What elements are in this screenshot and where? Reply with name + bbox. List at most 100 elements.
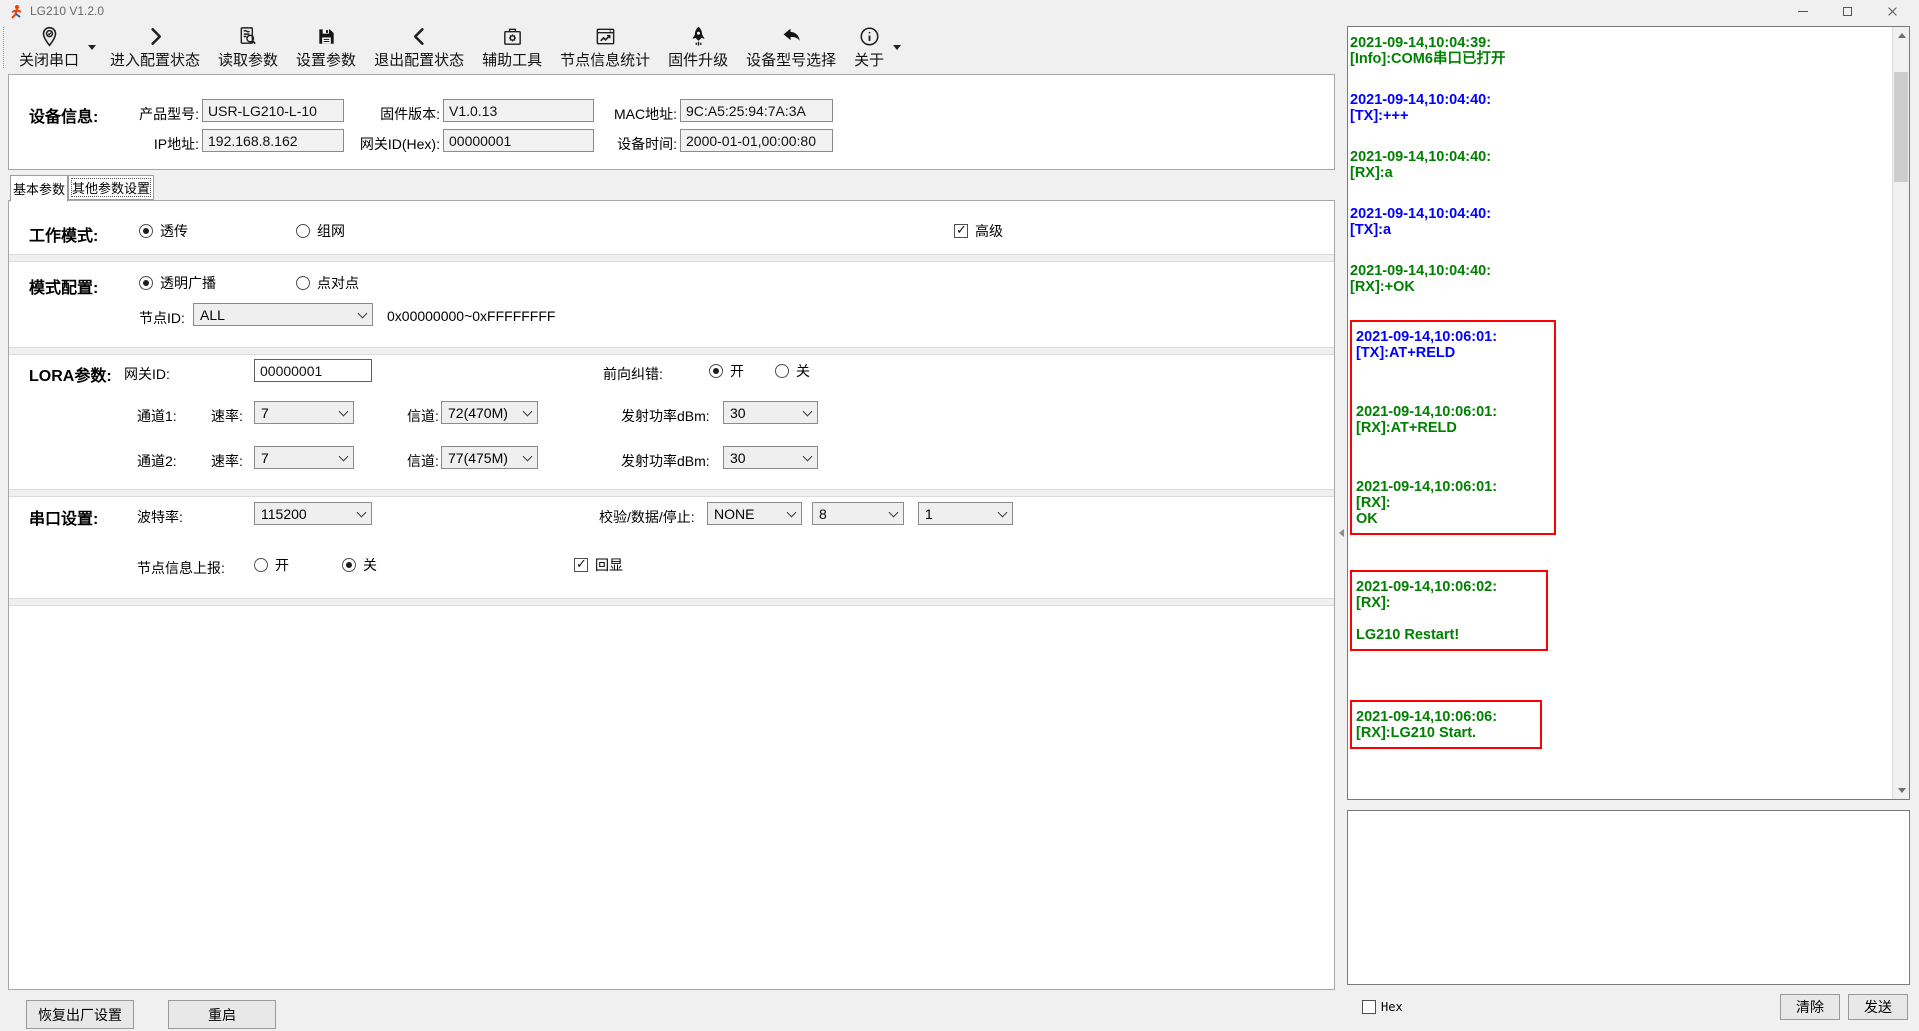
radio-p2p[interactable]: 点对点: [296, 271, 359, 295]
gateway-hex-field[interactable]: 00000001: [443, 129, 594, 152]
clear-button[interactable]: 清除: [1780, 994, 1840, 1020]
chevron-down-icon: [339, 407, 349, 417]
log-scrollbar[interactable]: [1892, 27, 1909, 799]
scrollbar-thumb[interactable]: [1894, 72, 1908, 182]
chevron-left-icon: [408, 25, 431, 48]
gateway-id-input[interactable]: 00000001: [254, 359, 372, 382]
fec-label: 前向纠错:: [603, 364, 663, 384]
tab-other-params[interactable]: 其他参数设置: [68, 175, 154, 200]
restart-button[interactable]: 重启: [168, 1000, 276, 1029]
radio-fec-on[interactable]: 开: [709, 359, 744, 383]
reply-arrow-icon: [780, 25, 803, 48]
checkbox-hex[interactable]: Hex: [1362, 1000, 1403, 1014]
data-bits-select[interactable]: 8: [812, 502, 904, 525]
radio-report-on[interactable]: 开: [254, 553, 289, 577]
chevron-down-icon: [893, 45, 901, 50]
ch1-label: 通道1:: [137, 406, 177, 426]
toolbar-aux-tools-button[interactable]: 辅助工具: [473, 23, 551, 72]
toolbar-exit-config-button[interactable]: 退出配置状态: [365, 23, 473, 72]
ch1-rate-label: 速率:: [211, 406, 243, 426]
send-input-area[interactable]: [1347, 810, 1910, 985]
ch1-channel-select[interactable]: 72(470M): [441, 401, 538, 424]
product-model-field[interactable]: USR-LG210-L-10: [202, 99, 344, 122]
lora-title: LORA参数:: [29, 362, 112, 386]
radio-broadcast[interactable]: 透明广播: [139, 271, 216, 295]
doc-search-icon: [237, 25, 260, 48]
stop-bits-select[interactable]: 1: [918, 502, 1013, 525]
ch2-power-select[interactable]: 30: [723, 446, 818, 469]
window-title: LG210 V1.2.0: [30, 4, 104, 18]
minimize-button[interactable]: [1780, 0, 1825, 23]
radio-icon: [139, 276, 153, 290]
toolbar-label: 关闭串口: [19, 49, 79, 70]
log-entry: 2021-09-14,10:04:40:[RX]:+OK: [1350, 263, 1889, 295]
panel-splitter[interactable]: [1337, 518, 1345, 548]
ch2-channel-label: 信道:: [407, 451, 439, 471]
parity-select[interactable]: NONE: [707, 502, 802, 525]
node-id-range-hint: 0x00000000~0xFFFFFFFF: [387, 308, 555, 324]
checkbox-icon: [954, 224, 968, 238]
hex-label: Hex: [1381, 1000, 1403, 1014]
ch1-channel-label: 信道:: [407, 406, 439, 426]
gateway-hex-label: 网关ID(Hex):: [339, 134, 440, 154]
node-id-label: 节点ID:: [139, 308, 185, 328]
baud-label: 波特率:: [137, 507, 183, 527]
section-divider: [9, 598, 1334, 606]
toolbar-set-params-button[interactable]: 设置参数: [287, 23, 365, 72]
node-id-select[interactable]: ALL: [193, 303, 373, 326]
ch2-rate-select[interactable]: 7: [254, 446, 354, 469]
triangle-down-icon: [1898, 788, 1906, 793]
toolbar-node-stats-button[interactable]: 节点信息统计: [551, 23, 659, 72]
ch1-rate-select[interactable]: 7: [254, 401, 354, 424]
radio-transparent-mode[interactable]: 透传: [139, 219, 188, 243]
close-serial-dropdown[interactable]: [88, 23, 99, 72]
scroll-down-button[interactable]: [1893, 782, 1910, 799]
toolbar-label: 设置参数: [296, 49, 356, 70]
toolbar-firmware-upgrade-button[interactable]: 固件升级: [659, 23, 737, 72]
chevron-left-icon: [1339, 529, 1344, 537]
ch2-channel-select[interactable]: 77(475M): [441, 446, 538, 469]
factory-reset-button[interactable]: 恢复出厂设置: [26, 1000, 134, 1029]
log-highlight-box-3: 2021-09-14,10:06:06:[RX]:LG210 Start.: [1350, 700, 1542, 749]
radio-report-off[interactable]: 关: [342, 553, 377, 577]
maximize-button[interactable]: [1825, 0, 1870, 23]
save-floppy-icon: [315, 25, 338, 48]
toolbar-label: 读取参数: [218, 49, 278, 70]
radio-icon: [709, 364, 723, 378]
chevron-down-icon: [803, 407, 813, 417]
ch1-power-select[interactable]: 30: [723, 401, 818, 424]
about-dropdown[interactable]: [893, 23, 904, 72]
checkbox-advanced[interactable]: 高级: [954, 219, 1003, 243]
parity-data-stop-label: 校验/数据/停止:: [599, 507, 695, 527]
scroll-up-button[interactable]: [1893, 27, 1910, 44]
toolbar-label: 辅助工具: [482, 49, 542, 70]
chevron-down-icon: [339, 452, 349, 462]
send-button[interactable]: 发送: [1848, 994, 1908, 1020]
radio-network-mode[interactable]: 组网: [296, 219, 345, 243]
log-entry: 2021-09-14,10:06:06:[RX]:LG210 Start.: [1356, 709, 1532, 741]
firmware-field[interactable]: V1.0.13: [443, 99, 594, 122]
toolbar-read-params-button[interactable]: 读取参数: [209, 23, 287, 72]
toolbar-device-model-button[interactable]: 设备型号选择: [737, 23, 845, 72]
radio-fec-off[interactable]: 关: [775, 359, 810, 383]
toolbar-label: 节点信息统计: [560, 49, 650, 70]
product-model-label: 产品型号:: [109, 104, 199, 124]
tab-basic-params[interactable]: 基本参数: [10, 175, 68, 202]
ch1-power-label: 发射功率dBm:: [621, 406, 710, 426]
log-panel[interactable]: 2021-09-14,10:04:39:[Info]:COM6串口已打开 202…: [1347, 26, 1910, 800]
mac-field[interactable]: 9C:A5:25:94:7A:3A: [680, 99, 833, 122]
ip-field[interactable]: 192.168.8.162: [202, 129, 344, 152]
toolbar-close-serial-button[interactable]: 关闭串口: [10, 23, 88, 72]
log-content: 2021-09-14,10:04:39:[Info]:COM6串口已打开 202…: [1350, 35, 1889, 797]
rocket-icon: [687, 25, 710, 48]
toolbar-label: 设备型号选择: [746, 49, 836, 70]
device-time-field[interactable]: 2000-01-01,00:00:80: [680, 129, 833, 152]
serial-title: 串口设置:: [29, 505, 98, 529]
toolbar-about-button[interactable]: 关于: [845, 23, 893, 72]
checkbox-echo[interactable]: 回显: [574, 553, 623, 577]
close-button[interactable]: [1870, 0, 1915, 23]
baud-select[interactable]: 115200: [254, 502, 372, 525]
log-highlight-box-2: 2021-09-14,10:06:02:[RX]: LG210 Restart!: [1350, 570, 1548, 651]
chevron-down-icon: [523, 452, 533, 462]
toolbar-enter-config-button[interactable]: 进入配置状态: [101, 23, 209, 72]
